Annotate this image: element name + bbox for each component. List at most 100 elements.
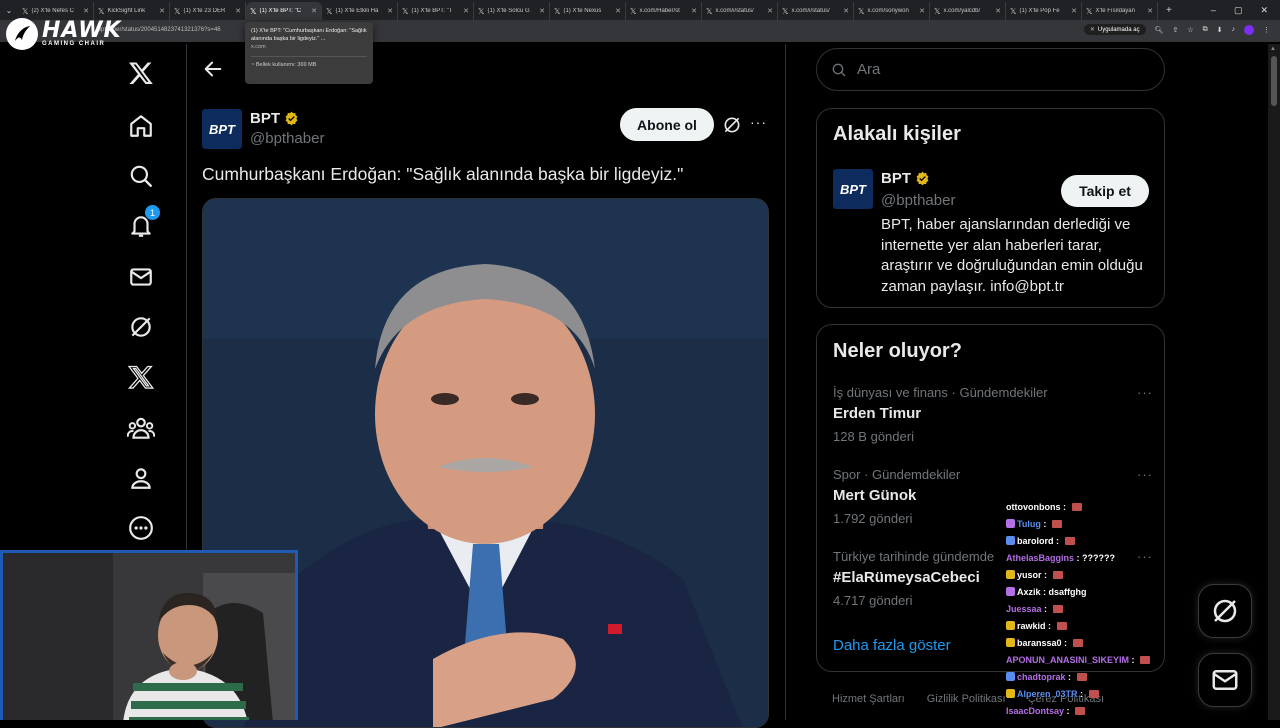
mail-icon <box>1212 670 1238 690</box>
browser-tab[interactable]: 𝕏 (1) X'te BPT: "C ✕ <box>246 2 322 20</box>
scroll-up-arrow-icon[interactable]: ▲ <box>1270 46 1276 52</box>
chat-message: barolord : <box>1006 533 1166 550</box>
premium-x-icon[interactable] <box>126 362 156 392</box>
browser-tab[interactable]: 𝕏 (1) X'te Solcu G ✕ <box>474 2 550 20</box>
chat-separator: : <box>1041 604 1050 614</box>
browser-tab[interactable]: 𝕏 (1) X'te 23 DER ✕ <box>170 2 246 20</box>
tooltip-memory-text: Bellek kullanımı: 369 MB <box>255 62 317 68</box>
home-icon[interactable] <box>126 111 156 141</box>
tab-close-icon[interactable]: ✕ <box>463 7 469 15</box>
browser-tab[interactable]: 𝕏x.com/Haber/st ✕ <box>626 2 702 20</box>
tweet-author-name[interactable]: BPT <box>250 110 299 127</box>
hawk-logo-overlay: HAWK GAMING CHAIR <box>6 18 122 50</box>
chat-text: ?????? <box>1082 553 1116 563</box>
extensions-icon[interactable]: ⧉ <box>1203 26 1208 34</box>
browser-tab[interactable]: 𝕏 X'te Fısıldayan ✕ <box>1082 2 1158 20</box>
bookmark-star-icon[interactable]: ☆ <box>1187 26 1193 34</box>
tab-close-icon[interactable]: ✕ <box>843 7 849 15</box>
browser-tab[interactable]: 𝕏x.com/i/status/ ✕ <box>702 2 778 20</box>
browser-tab[interactable]: 𝕏 (1) X'te Pop Fe ✕ <box>1006 2 1082 20</box>
notifications-icon[interactable]: 1 <box>126 205 160 241</box>
column-divider-right <box>785 44 786 720</box>
more-icon[interactable] <box>126 513 156 543</box>
relevant-people-card: Alakalı kişiler BPT BPT @bpthaber Takip … <box>816 108 1165 308</box>
browser-tab[interactable]: 𝕏 (1) X'te Nexus ✕ <box>550 2 626 20</box>
browser-tab[interactable]: 𝕏 (1) X'te Etkili Ha ✕ <box>322 2 398 20</box>
relevant-person-name[interactable]: BPT <box>881 170 930 187</box>
tab-close-icon[interactable]: ✕ <box>1147 7 1153 15</box>
tab-close-icon[interactable]: ✕ <box>615 7 621 15</box>
tab-tooltip: (1) X'te BPT: "Cumhurbaşkanı Erdoğan: "S… <box>245 22 373 84</box>
tab-close-icon[interactable]: ✕ <box>159 7 165 15</box>
trend-more-icon[interactable]: ··· <box>1137 385 1153 400</box>
browser-tab[interactable]: 𝕏x.com/sonywon ✕ <box>854 2 930 20</box>
tab-favicon-icon: 𝕏 <box>22 6 29 16</box>
grok-explain-icon[interactable] <box>722 115 742 135</box>
minimize-icon[interactable]: – <box>1211 5 1216 15</box>
chat-separator: : <box>1053 536 1062 546</box>
explore-icon[interactable] <box>126 161 156 191</box>
address-bar[interactable]: /bpthaber/status/2004514823741321376?s=4… <box>0 20 1280 42</box>
relevant-person-avatar[interactable]: BPT <box>833 169 873 209</box>
tab-close-icon[interactable]: ✕ <box>235 7 241 15</box>
downloads-icon[interactable]: ⬇ <box>1217 26 1223 34</box>
back-arrow-icon[interactable] <box>202 58 224 80</box>
tab-close-icon[interactable]: ✕ <box>767 7 773 15</box>
follow-button[interactable]: Takip et <box>1061 175 1149 207</box>
share-icon[interactable]: ⇪ <box>1172 26 1178 34</box>
tab-close-icon[interactable]: ✕ <box>539 7 545 15</box>
chat-text: dsaffghg <box>1048 587 1087 597</box>
close-window-icon[interactable]: ✕ <box>1260 5 1268 16</box>
chat-emote-icon <box>1064 537 1075 545</box>
relevant-person-handle[interactable]: @bpthaber <box>881 192 955 209</box>
footer-link-terms[interactable]: Hizmet Şartları <box>832 693 905 705</box>
search-box[interactable] <box>816 48 1165 91</box>
tab-favicon-icon: 𝕏 <box>630 6 637 16</box>
tweet-more-options-icon[interactable]: ··· <box>750 114 767 130</box>
new-tab-icon[interactable]: + <box>1166 5 1172 16</box>
tab-favicon-icon: 𝕏 <box>402 6 409 16</box>
tweet-author-handle[interactable]: @bpthaber <box>250 130 324 147</box>
tab-favicon-icon: 𝕏 <box>1010 6 1017 16</box>
show-more-link[interactable]: Daha fazla göster <box>833 637 951 654</box>
trend-item[interactable]: İş dünyası ve finans · Gündemdekiler Erd… <box>833 385 1153 444</box>
browser-menu-icon[interactable]: ⋮ <box>1263 26 1270 34</box>
grok-floating-button[interactable] <box>1198 584 1252 638</box>
browser-tab[interactable]: 𝕏x.com/yalcdb/ ✕ <box>930 2 1006 20</box>
zoom-icon[interactable]: 🔍︎ <box>1155 26 1164 34</box>
chat-username: Tulug <box>1017 519 1041 529</box>
footer-link-privacy[interactable]: Gizlilik Politikası <box>927 693 1006 705</box>
chat-username: AthelasBaggins <box>1006 553 1075 563</box>
streamer-webcam-illustration <box>3 553 295 720</box>
tab-close-icon[interactable]: ✕ <box>83 7 89 15</box>
tab-close-icon[interactable]: ✕ <box>691 7 697 15</box>
trend-more-icon[interactable]: ··· <box>1137 467 1153 482</box>
communities-icon[interactable] <box>126 413 156 443</box>
profile-icon[interactable] <box>126 463 156 493</box>
search-input[interactable] <box>857 61 1137 78</box>
tab-close-icon[interactable]: ✕ <box>1071 7 1077 15</box>
grok-icon[interactable] <box>126 312 156 342</box>
tab-menu-icon[interactable]: ⌄ <box>0 6 18 15</box>
tab-close-icon[interactable]: ✕ <box>387 7 393 15</box>
open-in-app-button[interactable]: ✕ Uygulamada aç <box>1083 24 1146 35</box>
chat-emote-icon <box>1072 639 1083 647</box>
media-icon[interactable]: ♪ <box>1232 26 1236 33</box>
scrollbar-thumb[interactable] <box>1271 56 1277 106</box>
browser-tab[interactable]: 𝕏 (1) X'te BPT: "T ✕ <box>398 2 474 20</box>
tweet-author-avatar[interactable]: BPT <box>202 109 242 149</box>
chat-message: Tulug : <box>1006 516 1166 533</box>
profile-avatar[interactable] <box>1244 24 1254 35</box>
subscribe-button[interactable]: Abone ol <box>620 108 714 141</box>
tab-close-icon[interactable]: ✕ <box>995 7 1001 15</box>
browser-tab[interactable]: 𝕏x.com/i/status/ ✕ <box>778 2 854 20</box>
messages-floating-button[interactable] <box>1198 653 1252 707</box>
tab-close-icon[interactable]: ✕ <box>311 7 317 15</box>
messages-icon[interactable] <box>126 262 156 292</box>
x-logo-icon[interactable] <box>126 58 156 88</box>
tab-close-icon[interactable]: ✕ <box>919 7 925 15</box>
stream-chat-overlay: ottovonbons : Tulug : barolord : Athelas… <box>1006 499 1166 720</box>
page-scrollbar[interactable]: ▲ <box>1268 44 1280 720</box>
maximize-icon[interactable]: ▢ <box>1234 5 1243 16</box>
chat-badge-icon <box>1006 519 1015 528</box>
